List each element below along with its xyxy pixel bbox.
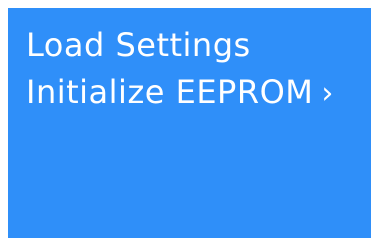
menu-item-initialize-eeprom[interactable]: Initialize EEPROM › [26, 71, 334, 115]
menu-item-label: Load Settings [26, 26, 251, 64]
chevron-right-icon: › [321, 76, 334, 111]
menu-item-label: Initialize EEPROM [26, 73, 314, 111]
menu-screen: Load Settings Initialize EEPROM › [8, 8, 371, 238]
menu-item-load-settings[interactable]: Load Settings [26, 24, 251, 66]
